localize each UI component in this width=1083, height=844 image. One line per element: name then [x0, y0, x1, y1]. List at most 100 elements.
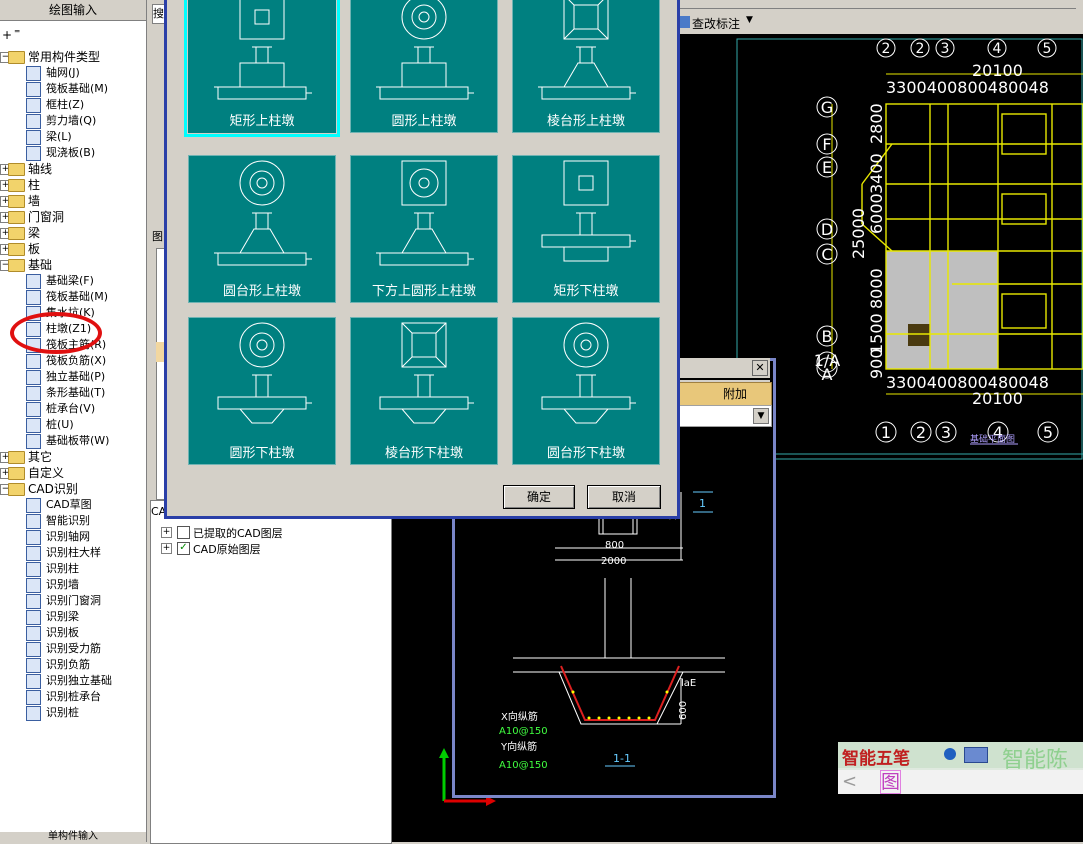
- pier-type-tile[interactable]: 圆形下柱墩: [187, 316, 337, 466]
- tree-folder[interactable]: + 梁: [0, 225, 146, 241]
- dropdown-arrow-icon[interactable]: ▼: [746, 15, 753, 25]
- tree-label: 识别轴网: [46, 530, 90, 543]
- layer-checkbox[interactable]: [177, 526, 190, 539]
- tree-item[interactable]: 识别独立基础: [0, 673, 146, 689]
- tree-label: 识别受力筋: [46, 642, 101, 655]
- dim-total-bottom: 20100: [972, 389, 1023, 408]
- expand-icon[interactable]: +: [161, 543, 172, 554]
- tree-item[interactable]: 识别板: [0, 625, 146, 641]
- pier-type-tile[interactable]: 圆台形下柱墩: [511, 316, 661, 466]
- axis-label-bottom: 2: [916, 423, 926, 442]
- keyboard-icon[interactable]: [964, 747, 988, 763]
- tree-folder[interactable]: + 轴线: [0, 161, 146, 177]
- tree-label: 智能识别: [46, 514, 90, 527]
- pier-type-tile[interactable]: 矩形下柱墩: [511, 154, 661, 304]
- recognize-icon: [26, 690, 41, 705]
- tree-item[interactable]: 识别墙: [0, 577, 146, 593]
- tree-item[interactable]: 筏板负筋(X): [0, 353, 146, 369]
- expand-all-icon[interactable]: +: [2, 28, 12, 42]
- tree-folder[interactable]: + 板: [0, 241, 146, 257]
- tree-item[interactable]: 框柱(Z): [0, 97, 146, 113]
- ime-toolbar: 智能五笔 智能陈 < 图: [838, 742, 1083, 794]
- tree-folder[interactable]: − 常用构件类型: [0, 49, 146, 65]
- prev-page-icon[interactable]: <: [842, 771, 857, 792]
- tree-item[interactable]: 条形基础(T): [0, 385, 146, 401]
- grid-column-header: 附加: [723, 387, 748, 401]
- check-annotation-button[interactable]: 查改标注: [692, 15, 740, 32]
- pier-type-tile[interactable]: 圆台形上柱墩: [187, 154, 337, 304]
- grid-icon: [26, 66, 41, 81]
- tree-item[interactable]: 识别负筋: [0, 657, 146, 673]
- tree-item[interactable]: 基础梁(F): [0, 273, 146, 289]
- tree-label: 门窗洞: [28, 210, 65, 224]
- axis-label-top: 3: [941, 41, 950, 57]
- tree-item[interactable]: 梁(L): [0, 129, 146, 145]
- close-icon[interactable]: ✕: [752, 360, 768, 376]
- pier-type-label: 矩形下柱墩: [553, 284, 619, 299]
- selected-row-marker: [156, 342, 164, 362]
- tree-item[interactable]: 轴网(J): [0, 65, 146, 81]
- collapse-all-icon[interactable]: ⁼: [14, 26, 20, 40]
- tree-folder[interactable]: − CAD识别: [0, 481, 146, 497]
- cad-icon: [26, 498, 41, 513]
- tree-item[interactable]: 识别桩: [0, 705, 146, 721]
- tree-folder[interactable]: − 基础: [0, 257, 146, 273]
- tree-folder[interactable]: + 其它: [0, 449, 146, 465]
- tree-item[interactable]: 识别门窗洞: [0, 593, 146, 609]
- pier-type-tile[interactable]: 棱台形下柱墩: [349, 316, 499, 466]
- cancel-button[interactable]: 取消: [587, 485, 661, 509]
- tree-item[interactable]: 识别梁: [0, 609, 146, 625]
- tree-item[interactable]: 桩承台(V): [0, 401, 146, 417]
- tree-item[interactable]: 智能识别: [0, 513, 146, 529]
- footing-icon: [26, 370, 41, 385]
- tree-item[interactable]: 剪力墙(Q): [0, 113, 146, 129]
- recognize-icon: [26, 642, 41, 657]
- pier-type-diagram: [376, 0, 474, 100]
- toolbar-row: [676, 0, 1076, 9]
- cad-toolbar: 查改标注 ▼: [672, 0, 1083, 34]
- tree-item[interactable]: 识别轴网: [0, 529, 146, 545]
- ok-button[interactable]: 确定: [503, 485, 575, 509]
- tree-item[interactable]: 识别柱大样: [0, 545, 146, 561]
- grid-row[interactable]: ▼: [676, 405, 772, 427]
- pile-cap-icon: [26, 402, 41, 417]
- pier-type-label: 棱台形上柱墩: [546, 114, 625, 129]
- foundation-beam-icon: [26, 274, 41, 289]
- layer-checkbox[interactable]: ✓: [177, 542, 190, 555]
- dim-left: 3400: [867, 153, 886, 194]
- pier-type-tile[interactable]: 圆形上柱墩: [349, 0, 499, 134]
- dim-left: 2800: [867, 103, 886, 144]
- tree-item[interactable]: 基础板带(W): [0, 433, 146, 449]
- tree-item[interactable]: 识别柱: [0, 561, 146, 577]
- pier-type-tile[interactable]: 棱台形上柱墩: [511, 0, 661, 134]
- tree-label: 识别门窗洞: [46, 594, 101, 607]
- ime-candidate[interactable]: 图: [880, 770, 902, 794]
- tree-item[interactable]: 筏板基础(M): [0, 81, 146, 97]
- tree-label: 独立基础(P): [46, 370, 106, 383]
- tree-item[interactable]: 桩(U): [0, 417, 146, 433]
- pier-type-tile[interactable]: 下方上圆形上柱墩: [349, 154, 499, 304]
- expand-icon[interactable]: +: [161, 527, 172, 538]
- ime-brand: 智能五笔: [842, 749, 910, 769]
- single-input-tab[interactable]: 单构件输入: [0, 832, 146, 842]
- tree-folder[interactable]: + 柱: [0, 177, 146, 193]
- tree-folder[interactable]: + 门窗洞: [0, 209, 146, 225]
- tree-label: 识别桩承台: [46, 690, 101, 703]
- tree-item[interactable]: 现浇板(B): [0, 145, 146, 161]
- tree-item[interactable]: 独立基础(P): [0, 369, 146, 385]
- recognize-icon: [26, 594, 41, 609]
- dim-width-outer: 2000: [601, 556, 626, 567]
- tree-label: 识别桩: [46, 706, 79, 719]
- tree-folder[interactable]: + 墙: [0, 193, 146, 209]
- tree-item[interactable]: 识别桩承台: [0, 689, 146, 705]
- tree-item[interactable]: 识别受力筋: [0, 641, 146, 657]
- tree-folder[interactable]: + 自定义: [0, 465, 146, 481]
- moon-icon[interactable]: [944, 748, 956, 760]
- pier-type-tile[interactable]: 矩形上柱墩: [187, 0, 337, 134]
- tree-label: 基础: [28, 258, 53, 272]
- detail-window-header: ✕: [676, 358, 770, 378]
- tree-item[interactable]: CAD草图: [0, 497, 146, 513]
- dropdown-arrow-icon[interactable]: ▼: [753, 408, 769, 424]
- tree-label: 筏板负筋(X): [46, 354, 107, 367]
- tree-item[interactable]: 筏板基础(M): [0, 289, 146, 305]
